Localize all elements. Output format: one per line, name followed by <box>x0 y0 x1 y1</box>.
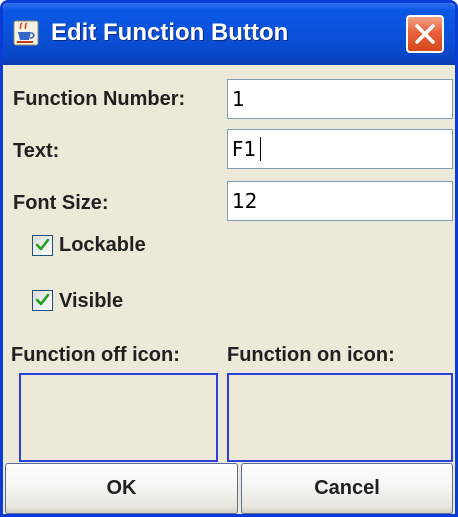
dialog-content: Function Number: Text: Font Size: Lockab… <box>3 65 455 514</box>
ok-button[interactable]: OK <box>5 463 238 514</box>
cancel-button[interactable]: Cancel <box>241 463 453 514</box>
visible-checkbox[interactable] <box>32 290 53 311</box>
window-title: Edit Function Button <box>51 19 289 46</box>
text-caret <box>260 137 261 161</box>
function-off-icon-well[interactable] <box>19 373 218 462</box>
lockable-label[interactable]: Lockable <box>59 233 146 257</box>
close-icon <box>415 24 435 44</box>
close-button[interactable] <box>406 15 444 53</box>
function-on-icon-well[interactable] <box>227 373 453 462</box>
title-bar[interactable]: Edit Function Button <box>3 3 455 65</box>
lockable-checkbox[interactable] <box>32 235 53 256</box>
text-label: Text: <box>13 140 60 162</box>
font-size-label: Font Size: <box>13 192 109 214</box>
edit-function-button-dialog: Edit Function Button Function Number: Te… <box>0 0 458 517</box>
function-number-label: Function Number: <box>13 88 186 110</box>
function-number-field[interactable] <box>227 79 453 119</box>
java-cup-icon <box>13 20 39 46</box>
visible-label[interactable]: Visible <box>59 289 123 313</box>
checkmark-icon <box>35 293 50 306</box>
function-on-icon-label: Function on icon: <box>227 344 395 366</box>
function-off-icon-label: Function off icon: <box>11 344 180 366</box>
font-size-field[interactable] <box>227 181 453 221</box>
checkmark-icon <box>35 238 50 251</box>
